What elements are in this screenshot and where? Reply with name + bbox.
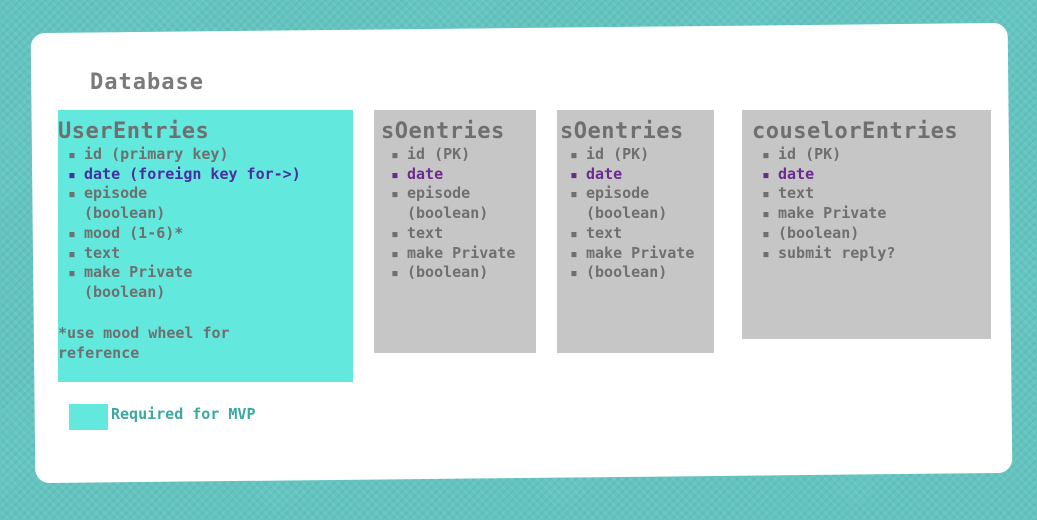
field-item: ▪ text xyxy=(381,224,536,244)
field-item: ▪ make Private xyxy=(560,244,714,264)
field-item: ▪ make Private xyxy=(381,244,536,264)
field-item: ▪ id (PK) xyxy=(381,145,536,165)
table-name: sOentries xyxy=(381,119,505,144)
bullet-icon: ▪ xyxy=(762,167,770,183)
field-item: ▪ date xyxy=(752,165,991,185)
table-so-entries-2: sOentries ▪ id (PK) ▪ date ▪ episode (boole… xyxy=(557,110,714,353)
field-list: ▪ id (primary key) ▪ date (foreign key for… xyxy=(58,145,353,303)
field-item: ▪ text xyxy=(560,224,714,244)
field-list: ▪ id (PK) ▪ date ▪ text ▪ make Private ▪ (boo… xyxy=(752,145,991,263)
bullet-icon: ▪ xyxy=(68,226,76,242)
bullet-icon: ▪ xyxy=(391,246,399,262)
bullet-icon: ▪ xyxy=(570,167,578,183)
field-item: ▪ episode xyxy=(58,184,353,204)
table-user-entries: UserEntries ▪ id (primary key) ▪ date (for… xyxy=(58,110,353,382)
table-couselor-entries: couselorEntries ▪ id (PK) ▪ date ▪ text ▪ ma… xyxy=(742,110,991,339)
bullet-icon: ▪ xyxy=(762,187,770,203)
field-item: ▪ date xyxy=(560,165,714,185)
field-item: ▪ submit reply? xyxy=(752,244,991,264)
field-item: ▪ id (primary key) xyxy=(58,145,353,165)
legend-label: Required for MVP xyxy=(111,405,256,423)
bullet-icon: ▪ xyxy=(68,266,76,282)
bullet-icon: ▪ xyxy=(68,167,76,183)
field-item-continuation: (boolean) xyxy=(407,204,489,223)
field-item: ▪ id (PK) xyxy=(560,145,714,165)
bullet-icon: ▪ xyxy=(391,266,399,282)
bullet-icon: ▪ xyxy=(391,187,399,203)
diagram-title: Database xyxy=(90,70,204,95)
bullet-icon: ▪ xyxy=(391,167,399,183)
legend-swatch xyxy=(69,404,108,430)
bullet-icon: ▪ xyxy=(570,226,578,242)
bullet-icon: ▪ xyxy=(570,148,578,163)
bullet-icon: ▪ xyxy=(68,246,76,262)
bullet-icon: ▪ xyxy=(762,226,770,242)
table-so-entries-1: sOentries ▪ id (PK) ▪ date ▪ episode (boole… xyxy=(374,110,536,353)
field-item: ▪ mood (1-6)* xyxy=(58,224,353,244)
field-item-continuation: (boolean) xyxy=(84,282,166,301)
field-item: ▪ date (foreign key for->) xyxy=(58,165,353,185)
bullet-icon: ▪ xyxy=(391,148,399,163)
field-item: ▪ (boolean) xyxy=(560,263,714,283)
bullet-icon: ▪ xyxy=(570,187,578,203)
bullet-icon: ▪ xyxy=(68,148,76,163)
field-item-continuation: (boolean) xyxy=(84,204,166,223)
field-item: ▪ episode xyxy=(381,184,536,204)
field-list: ▪ id (PK) ▪ date ▪ episode (boolean) ▪ text … xyxy=(560,145,714,283)
bullet-icon: ▪ xyxy=(762,246,770,262)
field-item-continuation: (boolean) xyxy=(586,204,668,223)
field-item: ▪ id (PK) xyxy=(752,145,991,165)
field-item: ▪ (boolean) xyxy=(381,263,536,283)
mood-note: *use mood wheel for reference xyxy=(58,323,230,362)
table-name: couselorEntries xyxy=(752,119,959,144)
field-item: ▪ text xyxy=(752,184,991,204)
bullet-icon: ▪ xyxy=(762,207,770,223)
table-name: UserEntries xyxy=(58,119,210,144)
bullet-icon: ▪ xyxy=(570,266,578,282)
field-item: ▪ date xyxy=(381,165,536,185)
field-item: ▪ episode xyxy=(560,184,714,204)
field-item: ▪ text xyxy=(58,244,353,264)
field-item: ▪ make Private xyxy=(58,263,353,283)
field-list: ▪ id (PK) ▪ date ▪ episode (boolean) ▪ text … xyxy=(381,145,536,283)
field-item: ▪ make Private xyxy=(752,204,991,224)
table-name: sOentries xyxy=(560,119,684,144)
bullet-icon: ▪ xyxy=(68,187,76,203)
field-item: ▪ (boolean) xyxy=(752,224,991,244)
bullet-icon: ▪ xyxy=(570,246,578,262)
bullet-icon: ▪ xyxy=(762,148,770,163)
bullet-icon: ▪ xyxy=(391,226,399,242)
